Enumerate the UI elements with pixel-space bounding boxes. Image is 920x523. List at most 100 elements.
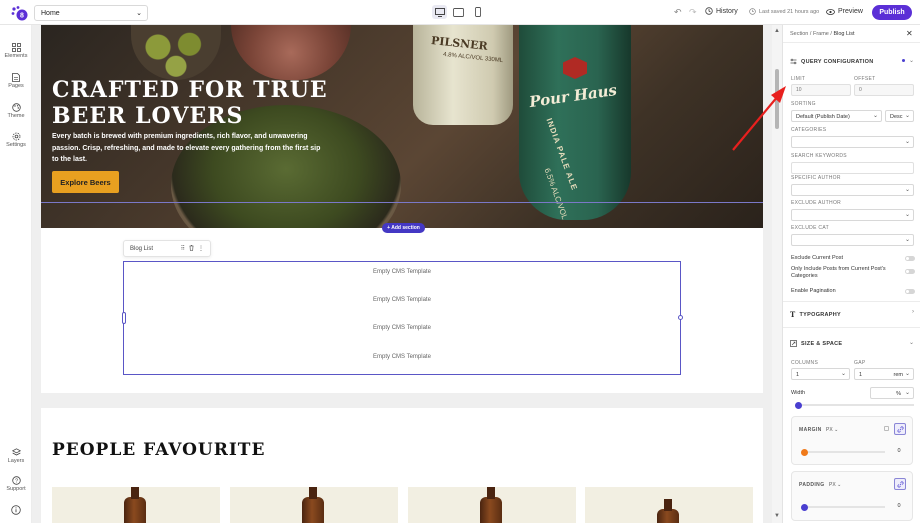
sidebar-item-elements[interactable]: Elements	[0, 43, 32, 59]
padding-card: PADDING PX ⌄ 0	[791, 471, 913, 521]
query-section-header[interactable]: QUERY CONFIGURATION	[790, 58, 874, 65]
field-label: EXCLUDE AUTHOR	[791, 200, 842, 206]
offset-input[interactable]	[854, 84, 914, 96]
redo-icon[interactable]: ↷	[689, 7, 697, 18]
breadcrumb-item[interactable]: Section	[790, 31, 808, 37]
undo-icon[interactable]: ↶	[674, 7, 682, 18]
exclude-category-select[interactable]: ⌄	[791, 234, 914, 246]
history-icon	[705, 7, 713, 15]
toggle-label: Only Include Posts from Current Post's C…	[791, 266, 886, 279]
size-space-section-header[interactable]: SIZE & SPACE	[790, 340, 842, 347]
field-label: EXCLUDE CAT	[791, 225, 829, 231]
resize-handle-right[interactable]	[678, 315, 683, 320]
favourites-title[interactable]: PEOPLE FAVOURITE	[52, 440, 265, 460]
sort-order-select[interactable]: Desc ⌄	[885, 110, 914, 122]
categories-select[interactable]: ⌄	[791, 136, 914, 148]
sidebar-item-support[interactable]: ? Support	[0, 476, 32, 492]
author-select[interactable]: ⌄	[791, 184, 914, 196]
width-slider[interactable]	[795, 401, 914, 409]
drag-handle-icon[interactable]: ⠿	[181, 245, 185, 253]
field-label: LIMIT	[791, 76, 806, 82]
slider-knob[interactable]	[795, 401, 802, 409]
page-selector[interactable]: Home ⌄	[34, 5, 148, 21]
palette-icon	[11, 103, 21, 112]
field-label: CATEGORIES	[791, 127, 827, 133]
hero-title[interactable]: CRAFTED FOR TRUE BEER LOVERS	[52, 77, 412, 129]
sidebar-item-settings[interactable]: Settings	[0, 132, 32, 148]
modified-dot	[902, 59, 905, 62]
gap-unit[interactable]: rem	[894, 372, 903, 378]
scroll-down-icon[interactable]: ▼	[774, 513, 780, 519]
save-status: Last saved 21 hours ago	[749, 8, 819, 15]
search-keywords-input[interactable]	[791, 162, 914, 174]
sidebar-item-pages[interactable]: Pages	[0, 73, 32, 89]
limit-input[interactable]	[791, 84, 851, 96]
mobile-icon[interactable]	[470, 5, 485, 19]
preview-button[interactable]: Preview	[826, 8, 863, 15]
hero-description[interactable]: Every batch is brewed with premium ingre…	[52, 131, 327, 166]
chevron-down-icon[interactable]: ⌄	[909, 339, 914, 346]
beer-bottle-image	[657, 499, 679, 523]
more-options-icon[interactable]: ⋮	[198, 245, 204, 253]
slider-knob[interactable]	[801, 503, 808, 511]
svg-text:8: 8	[20, 13, 24, 20]
exclude-current-post-toggle[interactable]	[905, 256, 915, 261]
pagination-toggle[interactable]	[905, 289, 915, 294]
breadcrumb-item[interactable]: Frame	[813, 31, 829, 37]
beer-bottle-image	[302, 487, 324, 523]
product-card[interactable]	[230, 487, 398, 523]
padding-unit-select[interactable]: PX ⌄	[829, 482, 841, 488]
scrollbar-thumb[interactable]	[775, 69, 779, 129]
current-categories-toggle[interactable]	[905, 269, 915, 274]
close-icon[interactable]: ✕	[906, 29, 913, 38]
margin-value[interactable]: 0	[890, 446, 908, 457]
gap-input[interactable]: 1 rem ⌄	[854, 368, 914, 380]
columns-select[interactable]: 1 ⌄	[791, 368, 850, 380]
product-card[interactable]	[585, 487, 753, 523]
scroll-up-icon[interactable]: ▲	[774, 28, 780, 34]
product-card[interactable]	[408, 487, 576, 523]
field-label: Width	[791, 390, 806, 396]
sidebar-item-layers[interactable]: Layers	[0, 448, 32, 464]
section-title: TYPOGRAPHY	[799, 311, 842, 318]
layers-icon	[11, 448, 21, 456]
chevron-down-icon[interactable]: ⌄	[909, 57, 914, 64]
page-preview: PILSNER 4.8% ALC/VOL 330ML Pour Haus IND…	[41, 25, 763, 523]
link-icon[interactable]	[894, 478, 906, 490]
preview-label: Preview	[838, 8, 863, 15]
exclude-author-select[interactable]: ⌄	[791, 209, 914, 221]
svg-text:?: ?	[14, 479, 17, 485]
chevron-right-icon[interactable]: ›	[912, 309, 914, 315]
margin-slider[interactable]	[801, 448, 885, 456]
app-logo-icon[interactable]: 8	[10, 5, 28, 21]
canvas-scrollbar[interactable]: ▲ ▼	[772, 25, 782, 523]
sorting-select[interactable]: Default (Publish Date) ⌄	[791, 110, 882, 122]
link-icon[interactable]	[894, 423, 906, 435]
history-button[interactable]: History	[705, 7, 738, 15]
sidebar-item-theme[interactable]: Theme	[0, 103, 32, 119]
blog-list-element[interactable]: Empty CMS Template Empty CMS Template Em…	[122, 261, 683, 375]
hero-section[interactable]: PILSNER 4.8% ALC/VOL 330ML Pour Haus IND…	[41, 25, 763, 228]
tablet-icon[interactable]	[451, 5, 466, 19]
explore-beers-button[interactable]: Explore Beers	[52, 171, 119, 193]
slider-knob[interactable]	[801, 448, 808, 456]
delete-icon[interactable]	[189, 244, 194, 253]
publish-button[interactable]: Publish	[872, 5, 912, 20]
width-unit-select[interactable]: % ⌄	[870, 387, 914, 399]
typography-section-header[interactable]: T TYPOGRAPHY	[790, 310, 841, 319]
resize-icon	[790, 340, 797, 347]
desktop-icon[interactable]	[432, 5, 447, 19]
sort-order-value: Desc	[890, 113, 903, 120]
product-card[interactable]	[52, 487, 220, 523]
padding-value[interactable]: 0	[890, 501, 908, 512]
padding-slider[interactable]	[801, 503, 885, 511]
checkbox[interactable]	[884, 426, 889, 431]
list-item: Empty CMS Template	[373, 297, 431, 303]
margin-unit-select[interactable]: PX ⌄	[826, 427, 838, 433]
padding-unit: PX	[829, 482, 836, 488]
add-section-button[interactable]: + Add section	[382, 223, 425, 233]
sidebar-item-info[interactable]	[0, 505, 32, 516]
margin-unit: PX	[826, 427, 833, 433]
list-item: Empty CMS Template	[373, 325, 431, 331]
resize-handle-left[interactable]	[122, 312, 126, 324]
